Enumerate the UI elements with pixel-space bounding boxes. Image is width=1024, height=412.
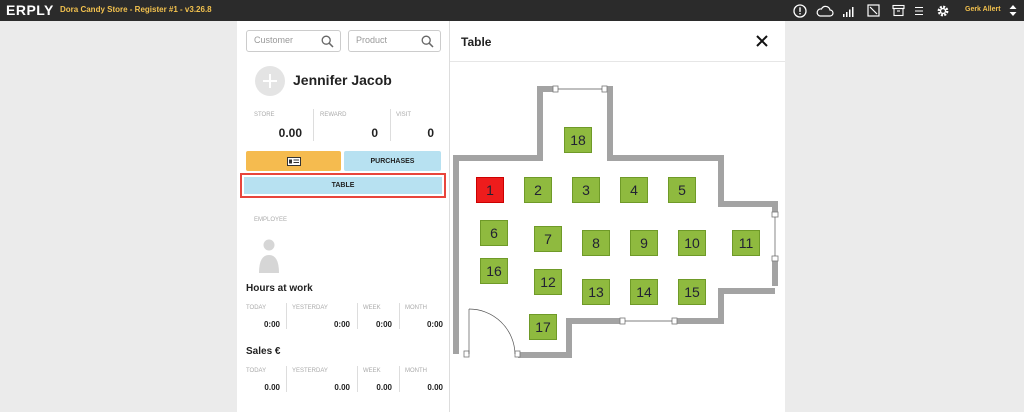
chevron-updown-icon[interactable] (1009, 4, 1017, 17)
hours-today-label: TODAY (246, 305, 267, 311)
app-logo: ERPLY (6, 2, 54, 18)
sales-week-value: 0.00 (376, 383, 392, 392)
divider (286, 303, 287, 329)
stat-store-value: 0.00 (278, 126, 302, 140)
table-6[interactable]: 6 (480, 220, 508, 246)
customer-search[interactable] (246, 30, 341, 52)
alert-icon[interactable] (793, 3, 807, 18)
user-name[interactable]: Gerk Allert (965, 6, 1001, 13)
table-18[interactable]: 18 (564, 127, 592, 153)
divider (390, 109, 391, 141)
hours-title: Hours at work (246, 283, 313, 294)
sales-month-value: 0.00 (427, 383, 443, 392)
gear-icon[interactable] (936, 4, 950, 17)
store-title: Dora Candy Store - Register #1 - v3.26.8 (60, 5, 212, 14)
search-icon[interactable] (421, 35, 434, 48)
sales-today-value: 0.00 (264, 383, 280, 392)
hours-week-label: WEEK (363, 305, 381, 311)
table-button[interactable]: TABLE (244, 177, 442, 194)
table-16[interactable]: 16 (480, 258, 508, 284)
search-icon[interactable] (321, 35, 334, 48)
table-2[interactable]: 2 (524, 177, 552, 203)
sales-today-label: TODAY (246, 368, 267, 374)
table-3[interactable]: 3 (572, 177, 600, 203)
hours-month-label: MONTH (405, 305, 427, 311)
menu-icon[interactable] (913, 4, 927, 17)
add-customer-avatar[interactable] (255, 66, 285, 96)
signal-icon[interactable] (842, 4, 856, 17)
customer-panel: Jennifer Jacob STORE REWARD VISIT 0.00 0… (237, 21, 450, 412)
sales-title: Sales € (246, 346, 281, 357)
table-button-highlight[interactable]: TABLE (240, 173, 446, 198)
table-9[interactable]: 9 (630, 230, 658, 256)
table-7[interactable]: 7 (534, 226, 562, 252)
hours-yesterday-value: 0:00 (333, 320, 350, 329)
top-bar: ERPLY Dora Candy Store - Register #1 - v… (0, 0, 1024, 21)
customer-card-button[interactable] (246, 151, 341, 171)
product-search[interactable] (348, 30, 441, 52)
cloud-icon[interactable] (816, 4, 834, 17)
customer-name: Jennifer Jacob (293, 72, 392, 88)
employee-avatar-icon (257, 235, 281, 275)
table-1[interactable]: 1 (476, 177, 504, 203)
stat-visit-label: VISIT (396, 112, 412, 118)
archive-icon[interactable] (891, 4, 905, 17)
table-15[interactable]: 15 (678, 279, 706, 305)
divider (357, 366, 358, 392)
divider (286, 366, 287, 392)
sales-yesterday-label: YESTERDAY (292, 368, 328, 374)
divider (357, 303, 358, 329)
close-icon[interactable] (754, 33, 770, 49)
id-card-icon (286, 156, 301, 166)
purchases-button[interactable]: PURCHASES (344, 151, 441, 171)
hours-month-value: 0:00 (426, 320, 443, 329)
sales-month-label: MONTH (405, 368, 427, 374)
table-10[interactable]: 10 (678, 230, 706, 256)
employee-label: EMPLOYEE (254, 217, 288, 223)
table-4[interactable]: 4 (620, 177, 648, 203)
hours-today-value: 0:00 (263, 320, 280, 329)
floor-plan: 18 1 2 3 4 5 6 7 8 9 10 11 16 12 13 14 1… (450, 62, 785, 412)
table-14[interactable]: 14 (630, 279, 658, 305)
divider (313, 109, 314, 141)
stat-reward-value: 0 (371, 126, 378, 140)
stat-visit-value: 0 (427, 126, 434, 140)
plus-icon (263, 74, 277, 88)
hours-yesterday-label: YESTERDAY (292, 305, 328, 311)
customer-search-input[interactable] (254, 35, 314, 45)
sales-week-label: WEEK (363, 368, 381, 374)
table-17[interactable]: 17 (529, 314, 557, 340)
table-12[interactable]: 12 (534, 269, 562, 295)
sales-yesterday-value: 0.00 (334, 383, 350, 392)
hours-week-value: 0:00 (375, 320, 392, 329)
resize-icon[interactable] (866, 4, 880, 17)
table-11[interactable]: 11 (732, 230, 760, 256)
table-5[interactable]: 5 (668, 177, 696, 203)
divider (399, 366, 400, 392)
modal-title: Table (461, 35, 492, 49)
table-8[interactable]: 8 (582, 230, 610, 256)
divider (399, 303, 400, 329)
product-search-input[interactable] (356, 35, 416, 45)
table-modal: Table 18 1 2 3 4 5 6 7 8 9 10 11 16 12 1… (450, 21, 785, 412)
stat-reward-label: REWARD (320, 112, 347, 118)
table-13[interactable]: 13 (582, 279, 610, 305)
stat-store-label: STORE (254, 112, 275, 118)
